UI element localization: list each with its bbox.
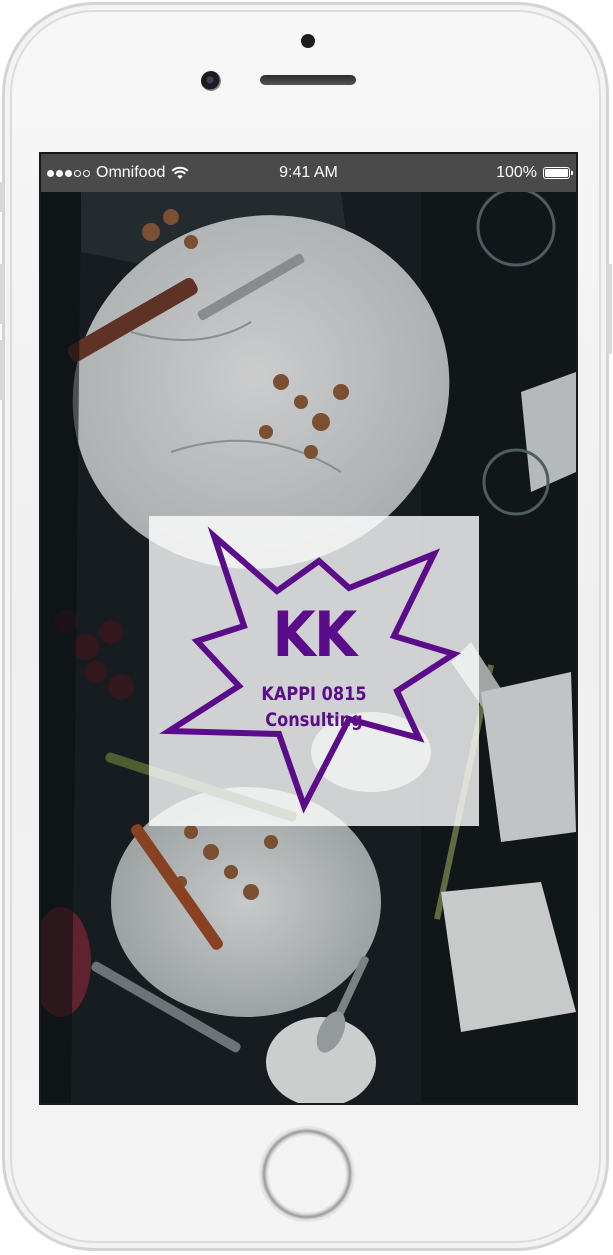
logo-tagline: Consulting: [265, 709, 363, 731]
status-bar: Omnifood 9:41 AM 100%: [41, 154, 576, 192]
battery-icon: [543, 167, 573, 179]
volume-down-button: [0, 340, 4, 400]
phone-frame: Omnifood 9:41 AM 100% KK KAPPI 0815 Cons…: [0, 2, 612, 1251]
logo-card: KK KAPPI 0815 Consulting: [149, 516, 479, 826]
carrier-name: Omnifood: [96, 164, 166, 181]
home-button[interactable]: [259, 1126, 355, 1222]
starburst-logo-icon: [159, 526, 462, 814]
power-button: [607, 264, 612, 354]
mute-switch: [0, 182, 4, 212]
logo-monogram: KK: [272, 598, 358, 671]
battery-percent: 100%: [496, 164, 537, 181]
volume-up-button: [0, 264, 4, 324]
logo-company-name: KAPPI 0815: [261, 683, 367, 705]
hero-background-photo: KK KAPPI 0815 Consulting: [41, 192, 576, 1103]
earpiece-speaker: [260, 75, 356, 85]
signal-icon: [47, 169, 90, 177]
proximity-sensor: [301, 34, 315, 48]
front-camera: [201, 71, 221, 91]
wifi-icon: [171, 166, 189, 179]
screen: Omnifood 9:41 AM 100% KK KAPPI 0815 Cons…: [39, 152, 578, 1105]
